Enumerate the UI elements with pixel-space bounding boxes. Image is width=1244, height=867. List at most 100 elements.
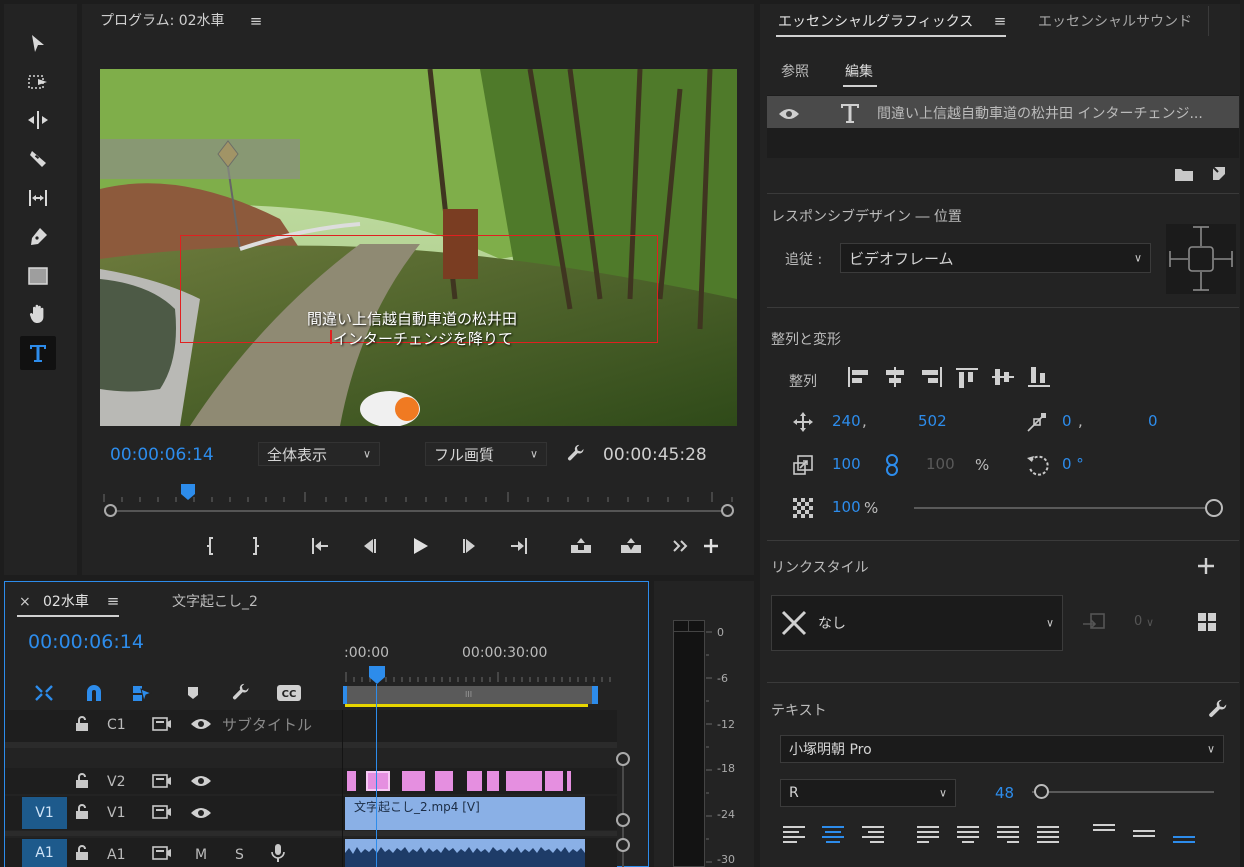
step-forward-button[interactable]	[455, 532, 485, 560]
monitor-time-ruler[interactable]	[100, 482, 737, 502]
subtitle-clip[interactable]	[506, 771, 542, 791]
panel-menu-icon[interactable]: ≡	[248, 12, 264, 30]
go-to-in-button[interactable]	[305, 532, 335, 560]
track-eye-c1[interactable]	[190, 717, 212, 735]
nest-toggle-button[interactable]	[32, 682, 56, 704]
rotation-value[interactable]: 0 °	[1062, 455, 1084, 473]
program-current-timecode[interactable]: 00:00:06:14	[110, 445, 214, 465]
subtitle-clip[interactable]	[435, 771, 453, 791]
work-area-start-handle[interactable]	[343, 686, 347, 704]
pin-to-edges-widget[interactable]	[1166, 224, 1236, 294]
timeline-ruler-ticks[interactable]	[345, 666, 615, 682]
razor-tool[interactable]	[20, 143, 56, 175]
pen-tool[interactable]	[20, 221, 56, 253]
settings-wrench-button[interactable]	[565, 443, 587, 465]
zoom-handle-left[interactable]	[104, 504, 117, 517]
slip-tool[interactable]	[20, 182, 56, 214]
anchor-y-value[interactable]: 0	[1148, 412, 1158, 430]
lift-button[interactable]	[566, 532, 596, 560]
track-eye-v1[interactable]	[190, 806, 212, 824]
position-y-value[interactable]: 502	[918, 412, 947, 430]
track-sync-v1[interactable]	[152, 804, 172, 824]
mark-in-button[interactable]	[196, 532, 226, 560]
subtitle-clip[interactable]	[402, 771, 425, 791]
panel-scrollbar[interactable]	[1240, 40, 1244, 867]
track-sync-a1[interactable]	[152, 845, 172, 865]
subtitle-clip[interactable]	[487, 771, 499, 791]
monitor-playhead[interactable]	[181, 484, 195, 500]
anchor-x-value[interactable]: 0	[1062, 412, 1072, 430]
font-size-slider-thumb[interactable]	[1034, 784, 1050, 799]
mute-button[interactable]: M	[195, 847, 207, 863]
quality-select[interactable]: フル画質 ∨	[425, 442, 547, 466]
zoom-select[interactable]: 全体表示 ∨	[258, 442, 380, 466]
opacity-slider-track[interactable]	[914, 507, 1214, 509]
subtitle-clip[interactable]	[567, 771, 571, 791]
new-group-button[interactable]	[1174, 166, 1194, 186]
step-back-button[interactable]	[354, 532, 384, 560]
text-align-right-button[interactable]	[861, 824, 885, 850]
linked-selection-button[interactable]	[130, 682, 154, 704]
tab-essential-sound[interactable]: エッセンシャルサウンド	[1038, 11, 1192, 31]
align-bottom-text-button[interactable]	[1172, 828, 1196, 854]
align-right-button[interactable]	[920, 366, 944, 392]
add-style-button[interactable]	[1196, 556, 1216, 580]
timeline-sequence-tab[interactable]: 02水車	[43, 591, 89, 611]
add-marker-button[interactable]	[181, 682, 205, 704]
new-layer-button[interactable]	[1210, 165, 1228, 187]
track-lock-v1[interactable]	[75, 804, 89, 824]
mark-out-button[interactable]	[240, 532, 270, 560]
vscroll-handle-top[interactable]	[616, 752, 630, 766]
position-x-value[interactable]: 240	[832, 412, 861, 430]
zoom-scrollbar[interactable]	[110, 510, 728, 512]
subtitle-clip[interactable]	[467, 771, 482, 791]
subtitle-clip-selected[interactable]	[366, 771, 390, 791]
timeline-settings-button[interactable]	[229, 682, 253, 704]
subtab-browse[interactable]: 参照	[781, 61, 809, 81]
justify-center-button[interactable]	[956, 824, 980, 850]
font-size-value[interactable]: 48	[995, 784, 1014, 802]
type-tool[interactable]	[20, 336, 56, 370]
align-left-button[interactable]	[846, 366, 870, 392]
panel-menu-icon[interactable]: ≡	[105, 592, 121, 610]
video-frame[interactable]: 間違い上信越自動車道の松井田 インターチェンジを降りて	[100, 69, 737, 426]
vscroll-handle-bottom[interactable]	[616, 813, 630, 827]
timeline-other-tab[interactable]: 文字起こし_2	[172, 591, 258, 611]
track-lock-c1[interactable]	[75, 716, 89, 736]
more-controls-button[interactable]	[666, 532, 696, 560]
selection-tool[interactable]	[20, 28, 56, 60]
link-style-select[interactable]: なし ∨	[771, 595, 1063, 651]
text-align-left-button[interactable]	[782, 824, 806, 850]
zoom-handle-right[interactable]	[721, 504, 734, 517]
justify-all-button[interactable]	[1036, 824, 1060, 850]
panel-menu-icon[interactable]: ≡	[992, 12, 1008, 30]
work-area-end-handle[interactable]	[592, 686, 598, 704]
play-button[interactable]	[405, 532, 435, 560]
button-editor-button[interactable]	[696, 532, 726, 560]
go-to-out-button[interactable]	[504, 532, 534, 560]
timeline-playhead-head[interactable]	[369, 666, 385, 684]
source-patch-a1[interactable]: A1	[22, 839, 67, 867]
track-eye-v2[interactable]	[190, 774, 212, 792]
align-middle-text-button[interactable]	[1132, 824, 1156, 850]
align-center-v-button[interactable]	[991, 366, 1015, 392]
extract-button[interactable]	[616, 532, 646, 560]
align-top-text-button[interactable]	[1092, 820, 1116, 846]
snap-button[interactable]	[82, 682, 106, 704]
vscroll-handle-audio[interactable]	[616, 838, 630, 852]
source-patch-v1[interactable]: V1	[22, 797, 67, 829]
layer-visibility[interactable]	[778, 107, 800, 125]
video-clip[interactable]: 文字起こし_2.mp4 [V]	[345, 797, 585, 830]
align-bottom-button[interactable]	[1027, 366, 1051, 392]
timeline-current-timecode[interactable]: 00:00:06:14	[28, 631, 144, 653]
font-family-select[interactable]: 小塚明朝 Pro ∨	[780, 735, 1224, 763]
rectangle-tool[interactable]	[20, 260, 56, 292]
ripple-edit-tool[interactable]	[20, 104, 56, 136]
text-settings-button[interactable]	[1207, 699, 1229, 725]
solo-button[interactable]: S	[235, 847, 244, 863]
tab-essential-graphics[interactable]: エッセンシャルグラフィックス	[778, 11, 973, 31]
track-lock-v2[interactable]	[75, 773, 89, 793]
subtitle-clip[interactable]	[347, 771, 356, 791]
justify-left-button[interactable]	[916, 824, 940, 850]
voiceover-button[interactable]	[270, 843, 286, 867]
